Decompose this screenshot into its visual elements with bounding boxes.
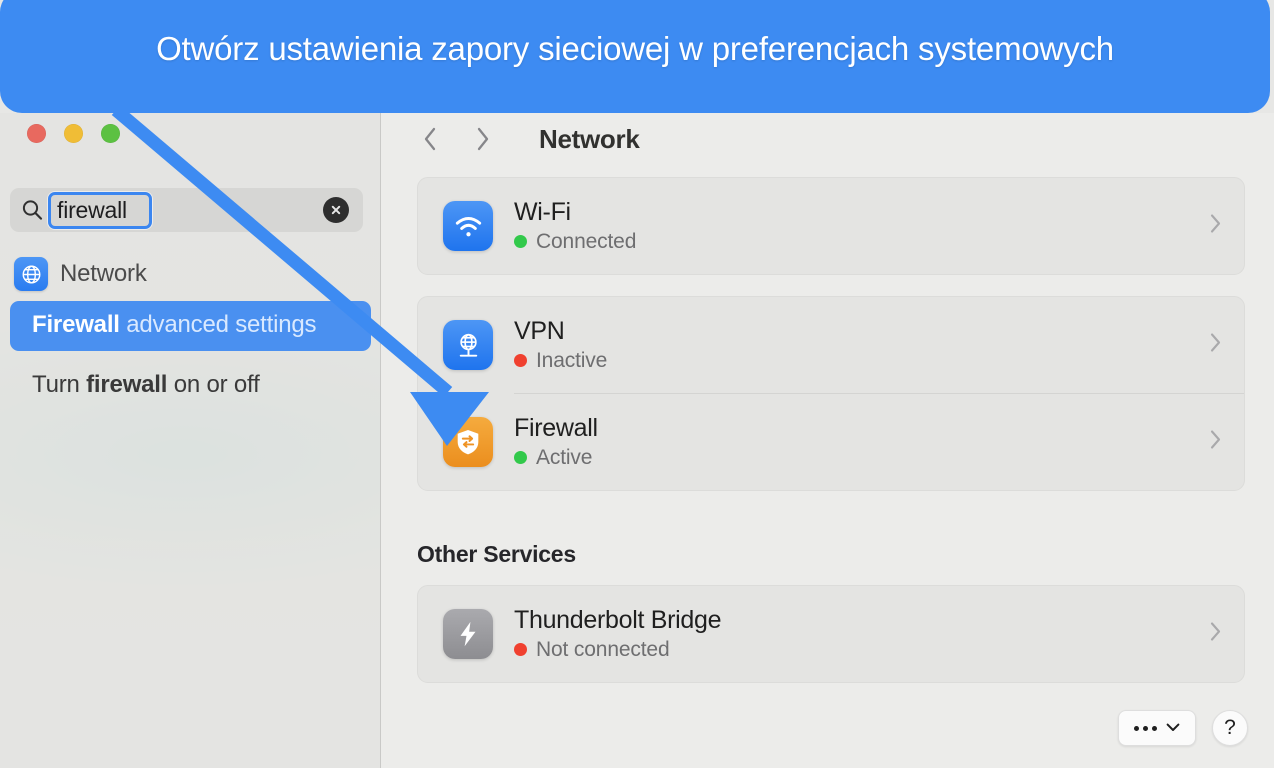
firewall-service-row[interactable]: Firewall Active [418, 394, 1244, 490]
search-results-list: Network Firewall advanced settings Turn … [0, 253, 381, 410]
sidebar-item-network[interactable]: Network [0, 253, 381, 295]
instruction-callout-text: Otwórz ustawienia zapory sieciowej w pre… [156, 30, 1114, 68]
firewall-shield-icon [443, 417, 493, 467]
status-dot [514, 354, 527, 367]
vpn-service-row[interactable]: VPN Inactive [418, 297, 1244, 393]
thunderbolt-service-status: Not connected [514, 639, 721, 660]
sidebar-item-firewall-advanced-settings[interactable]: Firewall advanced settings [10, 301, 371, 351]
wifi-service-text: Wi-Fi Connected [514, 200, 636, 252]
thunderbolt-status-label: Not connected [536, 638, 670, 661]
wifi-icon [443, 201, 493, 251]
firewall-service-status: Active [514, 447, 598, 468]
chevron-right-icon[interactable] [1209, 332, 1222, 359]
other-services-heading: Other Services [417, 541, 576, 567]
clear-icon[interactable] [323, 197, 349, 223]
help-button[interactable]: ? [1212, 710, 1248, 746]
chevron-left-icon[interactable] [417, 124, 443, 154]
sidebar: Network Firewall advanced settings Turn … [0, 113, 381, 768]
toolbar: Network [381, 113, 1274, 165]
close-button[interactable] [27, 124, 46, 143]
vpn-status-label: Inactive [536, 349, 608, 372]
footer-actions: ? [1118, 710, 1248, 746]
thunderbolt-service-card: Thunderbolt Bridge Not connected [417, 585, 1245, 683]
sidebar-item-turn-firewall-prefix: Turn [32, 370, 87, 398]
search-input-focus-ring[interactable] [48, 191, 152, 229]
globe-icon [14, 257, 48, 291]
chevron-right-icon[interactable] [469, 124, 495, 154]
thunderbolt-icon [443, 609, 493, 659]
vpn-service-text: VPN Inactive [514, 319, 607, 371]
chevron-right-icon[interactable] [1209, 429, 1222, 456]
wifi-service-row[interactable]: Wi-Fi Connected [418, 178, 1244, 274]
search-field[interactable] [10, 188, 363, 232]
app-root: Network Firewall advanced settings Turn … [0, 0, 1274, 768]
instruction-callout: Otwórz ustawienia zapory sieciowej w pre… [0, 0, 1270, 113]
firewall-service-name: Firewall [514, 414, 598, 442]
system-settings-window: Network Firewall advanced settings Turn … [0, 113, 1274, 768]
thunderbolt-service-name: Thunderbolt Bridge [514, 606, 722, 634]
vpn-service-status: Inactive [514, 350, 607, 371]
wifi-service-card: Wi-Fi Connected [417, 177, 1245, 275]
content-pane: Network Wi-Fi Connected VPN Inactive Fir… [381, 113, 1274, 768]
chevron-right-icon[interactable] [1209, 213, 1222, 240]
sidebar-item-firewall-advanced-settings-match: Firewall [32, 311, 120, 338]
wifi-service-status: Connected [514, 231, 636, 252]
search-icon [20, 198, 44, 222]
ellipsis-icon [1134, 725, 1157, 731]
sidebar-item-turn-firewall-on-or-off[interactable]: Turn firewall on or off [10, 357, 371, 411]
status-dot [514, 643, 527, 656]
status-dot [514, 235, 527, 248]
more-options-button[interactable] [1118, 710, 1196, 746]
vpn-globe-icon [443, 320, 493, 370]
thunderbolt-service-text: Thunderbolt Bridge Not connected [514, 606, 722, 660]
thunderbolt-bridge-row[interactable]: Thunderbolt Bridge Not connected [418, 586, 1244, 682]
maximize-button[interactable] [101, 124, 120, 143]
page-title: Network [539, 123, 640, 154]
wifi-service-name: Wi-Fi [514, 198, 571, 226]
wifi-status-label: Connected [536, 230, 637, 253]
firewall-status-label: Active [536, 446, 593, 469]
sidebar-item-firewall-advanced-settings-rest: advanced settings [119, 311, 317, 338]
sidebar-item-turn-firewall-rest: on or off [167, 370, 260, 398]
window-controls [27, 124, 120, 143]
minimize-button[interactable] [64, 124, 83, 143]
chevron-down-icon [1166, 719, 1180, 737]
sidebar-item-turn-firewall-match: firewall [86, 370, 168, 398]
vpn-service-name: VPN [514, 317, 565, 345]
vpn-firewall-card: VPN Inactive Firewall Active [417, 296, 1245, 491]
status-dot [514, 451, 527, 464]
sidebar-item-network-label: Network [60, 260, 147, 287]
help-button-label: ? [1224, 716, 1236, 739]
firewall-service-text: Firewall Active [514, 416, 598, 468]
chevron-right-icon[interactable] [1209, 621, 1222, 648]
search-input[interactable] [57, 196, 143, 224]
